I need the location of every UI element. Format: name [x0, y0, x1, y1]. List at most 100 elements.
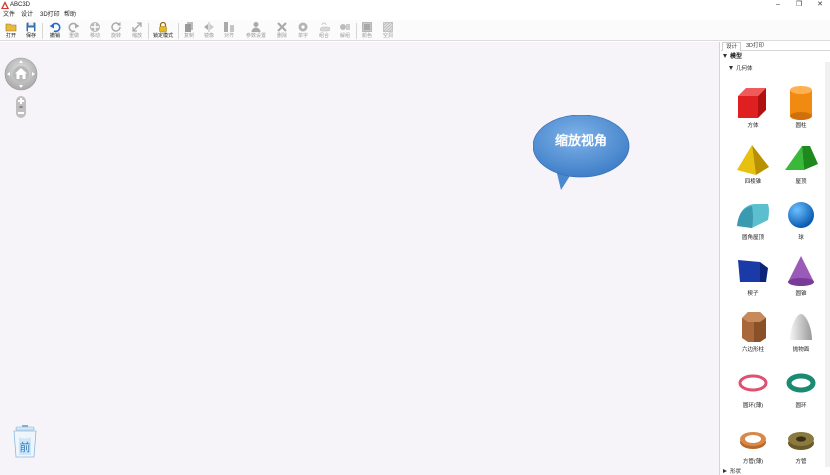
align-button[interactable]: 对齐 — [218, 21, 240, 40]
shape-label: 屋顶 — [795, 179, 807, 185]
save-button[interactable]: 保存 — [20, 21, 42, 40]
ungroup-icon — [340, 24, 350, 30]
scale-button[interactable]: 缩放 — [126, 21, 148, 40]
hole-label: 空洞 — [382, 33, 393, 39]
section-models-header[interactable]: 模型 — [723, 53, 828, 62]
expand-arrow-icon — [723, 469, 727, 473]
shape-thin-torus[interactable]: 圆环(薄) — [730, 364, 776, 418]
svg-text:前: 前 — [20, 440, 31, 454]
mirror-button[interactable]: 镜像 — [198, 21, 220, 40]
character-label: 单字 — [297, 33, 308, 39]
undo-icon — [49, 22, 61, 33]
shape-label: 球 — [798, 235, 804, 241]
trash-bin-icon[interactable]: 前 — [10, 425, 40, 459]
toolbar: 打开 保存 撤销 重做 移动 旋转 缩放 锁定模式 复制 镜像 对齐 参数设置 … — [0, 20, 830, 41]
color-label: 颜色 — [361, 33, 372, 39]
lock-mode-label: 锁定模式 — [152, 33, 173, 39]
zoom-slider[interactable] — [15, 95, 27, 119]
cone-icon — [788, 256, 814, 286]
delete-icon — [277, 22, 287, 32]
collapse-arrow-icon — [723, 54, 727, 58]
lock-mode-button[interactable]: 锁定模式 — [150, 21, 176, 40]
shape-roof[interactable]: 屋顶 — [778, 140, 824, 194]
color-button[interactable]: 颜色 — [356, 21, 378, 40]
pyramid-icon — [737, 145, 769, 175]
ungroup-button[interactable]: 解组 — [334, 21, 356, 40]
menu-3d-print[interactable]: 3D打印 — [40, 10, 60, 20]
shape-label: 圆环(薄) — [742, 403, 764, 409]
move-icon — [90, 22, 100, 32]
delete-label: 删除 — [276, 33, 287, 39]
rotate-button[interactable]: 旋转 — [105, 21, 127, 40]
copy-button[interactable]: 复制 — [178, 21, 200, 40]
minimize-button[interactable]: – — [768, 0, 788, 10]
panel-scrollbar[interactable] — [825, 62, 830, 467]
copy-icon — [185, 22, 193, 32]
hole-button[interactable]: 空洞 — [377, 21, 399, 40]
paraboloid-icon — [790, 314, 812, 340]
group-icon — [319, 22, 330, 32]
shape-tube[interactable]: 方管 — [778, 420, 824, 474]
shape-cone[interactable]: 圆锥 — [778, 252, 824, 306]
params-button[interactable]: 参数设置 — [242, 21, 270, 40]
shape-cube[interactable]: 方体 — [730, 84, 776, 138]
thin-tube-icon — [740, 432, 766, 449]
hole-icon — [383, 22, 393, 32]
shape-round-roof[interactable]: 圆角屋顶 — [730, 196, 776, 250]
lock-icon — [159, 21, 167, 33]
section-shapes-header[interactable]: 形状 — [723, 469, 823, 475]
menu-file[interactable]: 文件 — [3, 10, 15, 20]
toolbar-separator — [42, 23, 43, 39]
shape-label: 方管 — [795, 459, 807, 465]
shape-cylinder[interactable]: 圆柱 — [778, 84, 824, 138]
character-button[interactable]: 单字 — [292, 21, 314, 40]
shape-label: 圆锥 — [795, 291, 807, 297]
shape-label: 圆环 — [795, 403, 807, 409]
delete-button[interactable]: 删除 — [271, 21, 293, 40]
redo-icon — [68, 22, 80, 33]
tab-3d-print[interactable]: 3D打印 — [743, 42, 767, 51]
app-logo-icon — [1, 1, 9, 9]
title-bar: ABC3D – ❐ ✕ — [0, 0, 830, 10]
tab-design[interactable]: 设计 — [722, 42, 742, 51]
shape-sphere[interactable]: 球 — [778, 196, 824, 250]
roof-icon — [785, 146, 818, 170]
tooltip-text: 缩放视角 — [554, 134, 607, 149]
close-button[interactable]: ✕ — [810, 0, 830, 10]
redo-label: 重做 — [68, 33, 79, 39]
shape-label: 圆柱 — [795, 123, 807, 129]
shape-paraboloid[interactable]: 抛物面 — [778, 308, 824, 362]
menu-help[interactable]: 帮助 — [64, 10, 76, 20]
workspace-canvas[interactable]: 缩放视角 前 — [0, 42, 720, 475]
tube-icon — [788, 432, 814, 450]
subsection-geometry-header[interactable]: 几何体 — [729, 65, 828, 74]
toolbar-separator — [148, 23, 149, 39]
shape-pyramid[interactable]: 四棱锥 — [730, 140, 776, 194]
shape-torus[interactable]: 圆环 — [778, 364, 824, 418]
shape-hex-prism[interactable]: 六边形柱 — [730, 308, 776, 362]
group-button[interactable]: 组合 — [313, 21, 335, 40]
wedge-icon — [738, 260, 768, 282]
redo-button[interactable]: 重做 — [63, 21, 85, 40]
zoom-thumb[interactable] — [19, 106, 23, 108]
torus-icon — [786, 373, 816, 393]
cube-icon — [738, 88, 766, 118]
menu-design[interactable]: 设计 — [21, 10, 33, 20]
round-roof-icon — [737, 204, 769, 228]
shape-label: 方管(薄) — [742, 459, 764, 465]
params-label: 参数设置 — [245, 33, 266, 39]
hex-prism-icon — [742, 312, 766, 342]
maximize-button[interactable]: ❐ — [789, 0, 809, 10]
save-label: 保存 — [25, 33, 36, 39]
view-navigator[interactable] — [4, 57, 38, 91]
group-label: 组合 — [318, 33, 329, 39]
shape-thin-tube[interactable]: 方管(薄) — [730, 420, 776, 474]
shape-wedge[interactable]: 楔子 — [730, 252, 776, 306]
copy-label: 复制 — [183, 33, 194, 39]
open-label: 打开 — [5, 33, 16, 39]
shape-label: 抛物面 — [792, 347, 810, 353]
move-button[interactable]: 移动 — [84, 21, 106, 40]
zoom-out-icon[interactable] — [18, 112, 24, 114]
open-button[interactable]: 打开 — [0, 21, 22, 40]
subsection-geometry-label: 几何体 — [736, 66, 753, 72]
